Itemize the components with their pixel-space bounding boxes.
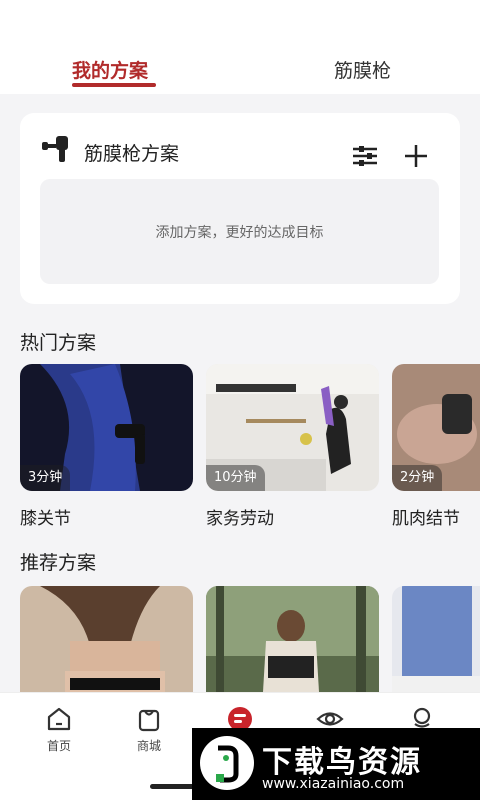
duration-badge: 2分钟 bbox=[392, 465, 443, 491]
hot-plan-knots-thumbnail[interactable]: 2分钟 bbox=[392, 364, 480, 491]
recommended-plans-title: 推荐方案 bbox=[20, 552, 97, 574]
nav-mall-label: 商城 bbox=[136, 739, 161, 753]
active-tab-indicator bbox=[72, 83, 156, 87]
shopping-bag-icon bbox=[138, 709, 160, 732]
watermark-url: www.xiazainiao.com bbox=[262, 776, 405, 792]
nav-home-label: 首页 bbox=[46, 739, 71, 753]
tab-massage-gun[interactable]: 筋膜枪 bbox=[334, 56, 391, 83]
hot-plan-name: 膝关节 bbox=[20, 509, 71, 529]
plus-icon[interactable] bbox=[404, 144, 428, 168]
hot-plan-name: 肌肉结节 bbox=[392, 509, 460, 529]
plan-card-title: 筋膜枪方案 bbox=[84, 143, 180, 165]
add-plan-placeholder[interactable]: 添加方案，更好的达成目标 bbox=[40, 179, 439, 284]
hot-plan-name: 家务劳动 bbox=[206, 509, 274, 529]
tab-my-plans[interactable]: 我的方案 bbox=[72, 56, 148, 83]
duration-badge: 10分钟 bbox=[206, 465, 265, 491]
duration-badge: 3分钟 bbox=[20, 465, 71, 491]
hot-plan-knee-thumbnail[interactable]: 3分钟 bbox=[20, 364, 193, 491]
home-icon bbox=[47, 707, 71, 731]
massage-gun-icon bbox=[42, 136, 68, 162]
hot-plan-housework-thumbnail[interactable]: 10分钟 bbox=[206, 364, 379, 491]
empty-plan-text: 添加方案，更好的达成目标 bbox=[155, 224, 324, 241]
watermark-title: 下载鸟资源 bbox=[262, 745, 422, 780]
hot-plans-title: 热门方案 bbox=[20, 332, 97, 354]
nav-home[interactable]: 首页 bbox=[29, 705, 89, 754]
sliders-icon[interactable] bbox=[352, 145, 378, 167]
nav-mall[interactable]: 商城 bbox=[119, 705, 179, 754]
bird-logo-icon bbox=[200, 736, 254, 790]
